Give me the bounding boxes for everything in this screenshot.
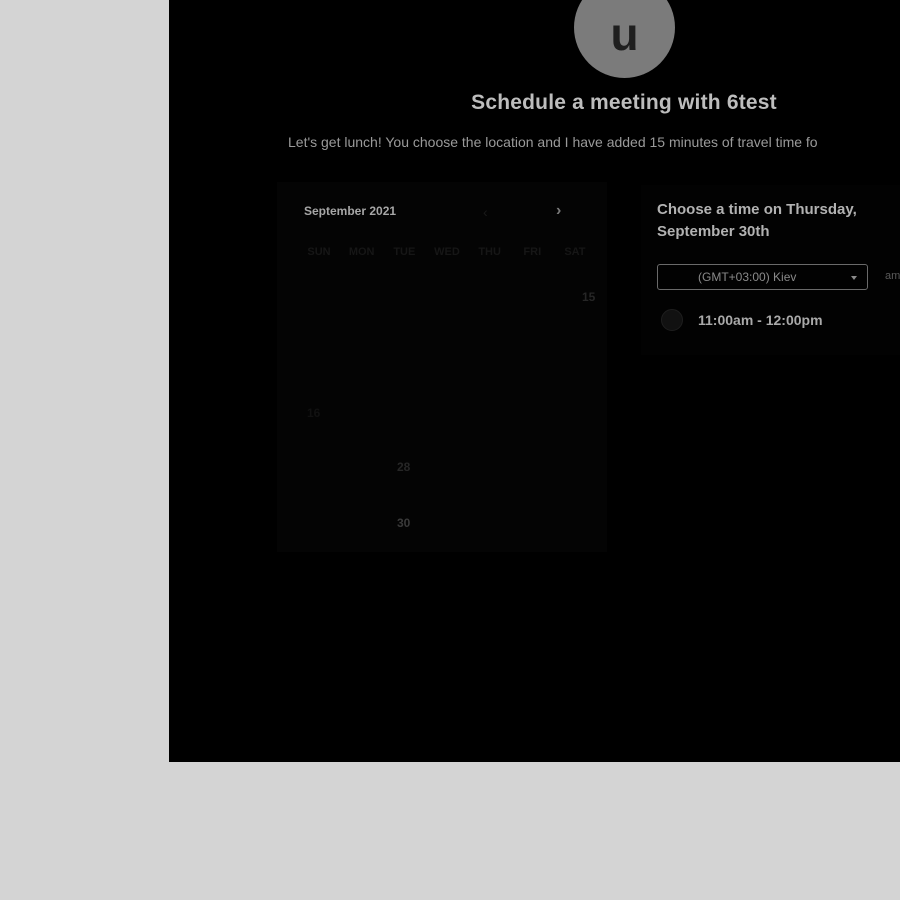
calendar-month-label: September 2021 <box>304 204 397 218</box>
date-picker-calendar: September 2021 ‹ › SUN MON TUE WED THU F… <box>277 182 607 552</box>
timezone-select[interactable]: (GMT+03:00) Kiev <box>657 264 868 290</box>
timezone-value: (GMT+03:00) Kiev <box>698 270 797 284</box>
time-panel-heading: Choose a time on Thursday, September 30t… <box>657 201 857 240</box>
meeting-description: Let's get lunch! You choose the location… <box>288 134 818 150</box>
radio-button[interactable] <box>661 309 683 331</box>
weekday-label: WED <box>434 246 460 258</box>
weekday-label: SAT <box>564 246 586 258</box>
caret-down-icon <box>851 276 857 280</box>
chevron-right-icon[interactable]: › <box>556 202 561 220</box>
time-slot-panel: Choose a time on Thursday, September 30t… <box>641 185 900 355</box>
weekday-label: SUN <box>307 246 331 258</box>
calendar-weekday-header: SUN MON TUE WED THU FRI SAT <box>299 246 595 258</box>
calendar-day-selected[interactable]: 30 <box>397 516 410 530</box>
avatar-letter: u <box>610 7 639 60</box>
chevron-left-icon[interactable]: ‹ <box>483 204 488 220</box>
page: u Schedule a meeting with 6test Let's ge… <box>0 0 900 900</box>
time-slot-option[interactable]: 11:00am - 12:00pm <box>661 309 823 331</box>
weekday-label: THU <box>478 246 501 258</box>
calendar-day[interactable]: 28 <box>397 460 410 474</box>
calendar-day[interactable]: 16 <box>307 406 320 420</box>
page-title: Schedule a meeting with 6test <box>471 91 777 114</box>
calendar-day[interactable]: 15 <box>582 290 595 304</box>
weekday-label: FRI <box>523 246 542 258</box>
time-slot-label: 11:00am - 12:00pm <box>698 312 823 328</box>
host-avatar: u <box>574 0 675 78</box>
time-format-toggle[interactable]: am <box>885 270 900 282</box>
weekday-label: TUE <box>393 246 416 258</box>
weekday-label: MON <box>348 246 375 258</box>
scheduling-panel: u Schedule a meeting with 6test Let's ge… <box>169 0 900 762</box>
